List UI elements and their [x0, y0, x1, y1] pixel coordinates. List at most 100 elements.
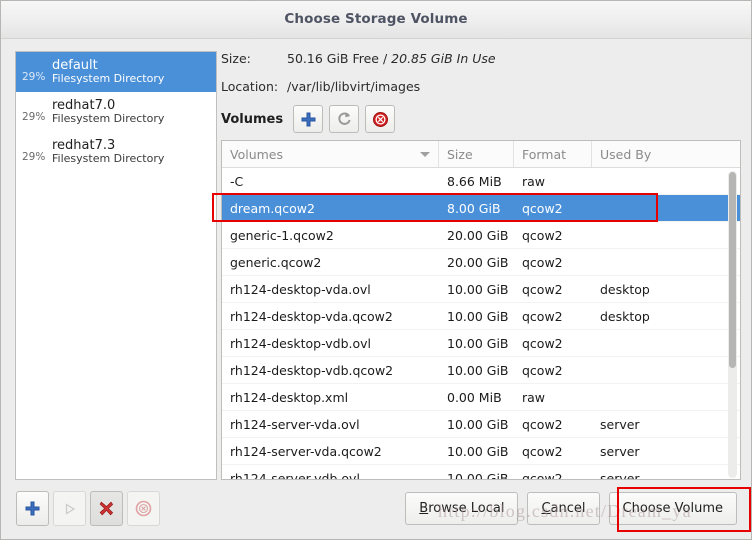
cell-size: 10.00 GiB: [447, 281, 509, 297]
pool-list-item[interactable]: 29% redhat7.3 Filesystem Directory: [16, 132, 216, 172]
size-label: Size:: [221, 51, 251, 66]
cell-size: 10.00 GiB: [447, 335, 509, 351]
cell-name: rh124-server-vda.ovl: [230, 416, 360, 432]
dialog-action-buttons: Browse Local Cancel Choose Volume: [396, 492, 737, 525]
column-header-size[interactable]: Size: [439, 141, 514, 167]
storage-pool-list[interactable]: 29% default Filesystem Directory 29% redhat7…: [15, 51, 217, 480]
column-header-used-by[interactable]: Used By: [592, 141, 724, 167]
cell-name: rh124-desktop-vdb.ovl: [230, 335, 372, 351]
size-free-text: 50.16 GiB Free /: [287, 51, 388, 66]
table-row[interactable]: generic-1.qcow2 20.00 GiB qcow2: [222, 222, 740, 249]
cell-format: raw: [522, 389, 546, 405]
volumes-scrollbar-thumb[interactable]: [729, 172, 736, 368]
plus-icon: [25, 501, 40, 516]
delete-icon: [135, 500, 152, 517]
volumes-table[interactable]: Volumes Size Format Used By -C 8.66 MiB ra…: [221, 140, 741, 480]
cancel-button[interactable]: Cancel: [527, 492, 600, 525]
location-label: Location:: [221, 79, 279, 94]
table-row[interactable]: generic.qcow2 20.00 GiB qcow2: [222, 249, 740, 276]
cell-format: qcow2: [522, 335, 563, 351]
pool-size-line: Size: 50.16 GiB Free / 20.85 GiB In Use: [221, 51, 741, 79]
pool-details: Size: 50.16 GiB Free / 20.85 GiB In Use …: [221, 51, 741, 107]
cell-name: dream.qcow2: [230, 200, 315, 216]
cell-format: raw: [522, 173, 546, 189]
cell-format: qcow2: [522, 308, 563, 324]
cell-name: generic.qcow2: [230, 254, 322, 270]
table-row[interactable]: rh124-desktop-vdb.qcow2 10.00 GiB qcow2: [222, 357, 740, 384]
cell-format: qcow2: [522, 362, 563, 378]
cell-size: 8.00 GiB: [447, 200, 501, 216]
table-row[interactable]: rh124-server-vda.ovl 10.00 GiB qcow2 server: [222, 411, 740, 438]
title-bar: Choose Storage Volume: [1, 1, 751, 39]
choose-storage-volume-dialog: Choose Storage Volume 29% default Filesyst…: [0, 0, 752, 540]
cell-name: rh124-desktop-vdb.qcow2: [230, 362, 394, 378]
cell-name: -C: [230, 173, 244, 189]
cell-used-by: server: [600, 470, 640, 480]
pool-usage-percent: 29%: [22, 70, 46, 83]
column-header-volumes-label: Volumes: [230, 146, 284, 162]
start-pool-button: [53, 491, 86, 526]
chevron-down-icon: [420, 152, 430, 157]
pool-name: redhat7.3: [52, 137, 116, 153]
cell-size: 20.00 GiB: [447, 227, 509, 243]
pool-list-item[interactable]: 29% redhat7.0 Filesystem Directory: [16, 92, 216, 132]
cell-format: qcow2: [522, 227, 563, 243]
cell-size: 8.66 MiB: [447, 173, 502, 189]
cancel-label: ancel: [550, 501, 586, 516]
cell-name: rh124-server-vdb.ovl: [230, 470, 360, 480]
cell-size: 10.00 GiB: [447, 416, 509, 432]
table-row[interactable]: rh124-desktop-vda.qcow2 10.00 GiB qcow2 des…: [222, 303, 740, 330]
volumes-toolbar: Volumes: [221, 105, 401, 133]
plus-icon: [301, 112, 316, 126]
stop-pool-button[interactable]: [90, 491, 123, 526]
cell-size: 10.00 GiB: [447, 443, 509, 459]
column-header-format[interactable]: Format: [514, 141, 592, 167]
cell-used-by: server: [600, 416, 640, 432]
cell-format: qcow2: [522, 443, 563, 459]
browse-local-label: rowse Local: [428, 501, 505, 516]
delete-pool-button[interactable]: [127, 491, 160, 526]
table-row[interactable]: rh124-server-vda.qcow2 10.00 GiB qcow2 serv…: [222, 438, 740, 465]
pool-action-buttons: [16, 491, 164, 526]
cell-size: 0.00 MiB: [447, 389, 502, 405]
cell-used-by: server: [600, 443, 640, 459]
cell-format: qcow2: [522, 200, 563, 216]
browse-local-button[interactable]: Browse Local: [405, 492, 519, 525]
table-row[interactable]: rh124-server-vdb.ovl 10.00 GiB qcow2 server: [222, 465, 740, 480]
cell-size: 10.00 GiB: [447, 362, 509, 378]
column-header-volumes[interactable]: Volumes: [222, 141, 439, 167]
refresh-volumes-button[interactable]: [329, 105, 360, 133]
cell-size: 10.00 GiB: [447, 470, 509, 480]
cell-format: qcow2: [522, 281, 563, 297]
pool-type: Filesystem Directory: [52, 72, 165, 86]
volumes-scrollbar[interactable]: [728, 171, 737, 478]
choose-volume-button[interactable]: Choose Volume: [608, 492, 737, 525]
location-value: /var/lib/libvirt/images: [287, 79, 421, 94]
cell-name: rh124-desktop.xml: [230, 389, 349, 405]
cancel-mnemonic: C: [541, 501, 551, 516]
play-icon: [65, 502, 75, 515]
volumes-table-header: Volumes Size Format Used By: [222, 141, 740, 168]
cell-name: rh124-desktop-vda.qcow2: [230, 308, 393, 324]
size-inuse-text: 20.85 GiB In Use: [391, 51, 496, 66]
table-row[interactable]: rh124-desktop-vda.ovl 10.00 GiB qcow2 deskt…: [222, 276, 740, 303]
cell-size: 20.00 GiB: [447, 254, 509, 270]
table-row[interactable]: -C 8.66 MiB raw: [222, 168, 740, 195]
size-value: 50.16 GiB Free / 20.85 GiB In Use: [287, 51, 496, 66]
add-volume-button[interactable]: [293, 105, 324, 133]
pool-list-item[interactable]: 29% default Filesystem Directory: [16, 52, 216, 92]
dialog-title: Choose Storage Volume: [284, 11, 468, 27]
table-row[interactable]: dream.qcow2 8.00 GiB qcow2: [222, 195, 740, 222]
cell-name: generic-1.qcow2: [230, 227, 334, 243]
add-pool-button[interactable]: [16, 491, 49, 526]
delete-volume-button[interactable]: [365, 105, 396, 133]
cell-format: qcow2: [522, 254, 563, 270]
volumes-table-body[interactable]: -C 8.66 MiB raw dream.qcow2 8.00 GiB qcow2 gen…: [222, 168, 740, 479]
table-row[interactable]: rh124-desktop-vdb.ovl 10.00 GiB qcow2: [222, 330, 740, 357]
volumes-caption: Volumes: [221, 111, 284, 127]
cell-format: qcow2: [522, 416, 563, 432]
pool-type: Filesystem Directory: [52, 152, 165, 166]
table-row[interactable]: rh124-desktop.xml 0.00 MiB raw: [222, 384, 740, 411]
cell-name: rh124-desktop-vda.ovl: [230, 281, 371, 297]
pool-name: redhat7.0: [52, 97, 116, 113]
